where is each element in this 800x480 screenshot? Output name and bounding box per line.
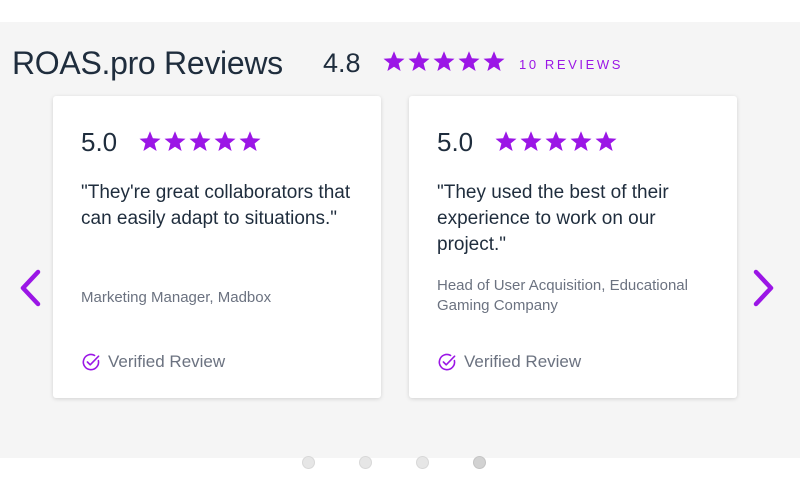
review-count-link[interactable]: 10 REVIEWS — [519, 57, 623, 72]
check-circle-icon — [82, 353, 100, 371]
verified-review: Verified Review — [81, 350, 225, 374]
rating-value: 5.0 — [81, 127, 118, 157]
review-author: Marketing Manager, Madbox — [81, 289, 272, 306]
card-rating: 5.0 — [437, 126, 717, 158]
pagination-dot[interactable] — [416, 456, 429, 469]
star-icon — [520, 131, 542, 151]
review-card: 5.0 "They're great collaborators that ca… — [53, 96, 381, 398]
star-icon — [164, 131, 186, 151]
star-icon — [239, 131, 261, 151]
next-button[interactable] — [748, 266, 778, 310]
pagination-dots — [302, 456, 488, 470]
star-icon — [545, 131, 567, 151]
review-author: Head of User Acquisition, Educational Ga… — [437, 277, 688, 314]
star-icon — [139, 131, 161, 151]
page-title: ROAS.pro Reviews — [12, 45, 283, 81]
star-icon — [433, 51, 455, 71]
review-quote: "They're great collaborators that can ea… — [81, 182, 351, 229]
star-icon — [214, 131, 236, 151]
star-icon — [495, 131, 517, 151]
reviews-widget: ROAS.pro Reviews 4.8 10 REVIEWS 5.0 "The… — [0, 22, 800, 469]
prev-button[interactable] — [16, 266, 46, 310]
verified-label: Verified Review — [464, 352, 582, 371]
rating-stars — [138, 130, 263, 154]
star-icon — [408, 51, 430, 71]
pagination-dot[interactable] — [473, 456, 486, 469]
pagination-dot[interactable] — [302, 456, 315, 469]
verified-label: Verified Review — [108, 352, 226, 371]
card-rating: 5.0 — [81, 126, 361, 158]
star-icon — [483, 51, 505, 71]
reviews-header: ROAS.pro Reviews 4.8 10 REVIEWS — [12, 44, 792, 84]
pagination-dot[interactable] — [359, 456, 372, 469]
chevron-left-icon — [20, 269, 41, 307]
verified-review: Verified Review — [437, 350, 581, 374]
star-icon — [189, 131, 211, 151]
star-icon — [570, 131, 592, 151]
star-icon — [458, 51, 480, 71]
rating-value: 5.0 — [437, 127, 474, 157]
review-quote: "They used the best of their experience … — [437, 182, 669, 255]
review-card: 5.0 "They used the best of their experie… — [409, 96, 737, 398]
star-icon — [383, 51, 405, 71]
star-icon — [595, 131, 617, 151]
chevron-right-icon — [753, 269, 774, 307]
overall-stars — [382, 50, 507, 74]
overall-rating: 4.8 — [323, 48, 361, 78]
check-circle-icon — [438, 353, 456, 371]
rating-stars — [494, 130, 619, 154]
